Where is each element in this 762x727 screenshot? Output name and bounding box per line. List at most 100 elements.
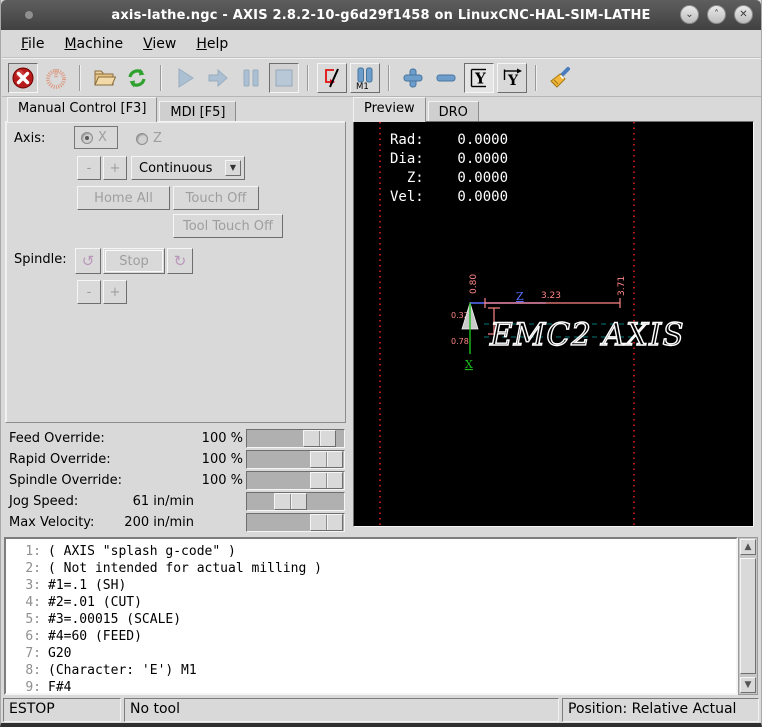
right-tabrow: Preview DRO [353, 98, 481, 122]
dim-371-label: 3.71 [617, 276, 627, 296]
jog-minus-button[interactable]: - [77, 156, 101, 180]
max-velocity-value: 200 in/min [113, 515, 246, 530]
feed-override-row: Feed Override: 100 % [1, 428, 349, 449]
scrollbar-thumb[interactable] [740, 558, 756, 674]
menu-help[interactable]: Help [187, 33, 237, 55]
spindle-cw-button[interactable]: ↻ [167, 248, 193, 274]
gcode-line: 5:#3=.00015 (SCALE) [6, 611, 736, 628]
stop-icon [272, 66, 296, 90]
spindle-stop-button[interactable]: Stop [103, 248, 165, 274]
step-icon [206, 66, 230, 90]
rapid-override-slider[interactable] [246, 450, 345, 469]
scroll-up-icon[interactable]: ▲ [740, 539, 756, 555]
slider-handle[interactable] [310, 451, 343, 468]
touch-off-button[interactable]: Touch Off [173, 186, 259, 210]
max-velocity-row: Max Velocity: 200 in/min [1, 512, 349, 533]
optional-stop-button[interactable]: M1 [350, 63, 380, 93]
open-file-button[interactable] [89, 63, 119, 93]
zoom-out-button[interactable] [431, 63, 461, 93]
spindle-override-label: Spindle Override: [1, 473, 113, 488]
clear-plot-button[interactable] [545, 63, 575, 93]
pause-icon [239, 66, 263, 90]
scroll-down-icon[interactable]: ▼ [740, 677, 756, 693]
spindle-override-slider[interactable] [246, 471, 345, 490]
optional-stop-icon: M1 [353, 66, 377, 90]
skip-lines-icon [320, 66, 344, 90]
jog-speed-value: 61 in/min [113, 494, 246, 509]
emc2-axis-logo: EMC2 AXIS [489, 317, 685, 353]
axis-x-radio[interactable]: X [74, 126, 118, 149]
run-icon [173, 66, 197, 90]
jog-speed-label: Jog Speed: [1, 494, 113, 509]
window-icon [25, 11, 33, 19]
dim-078-label: 0.78 [451, 337, 469, 346]
view-y-button[interactable]: Y [464, 63, 494, 93]
tab-preview[interactable]: Preview [353, 97, 426, 122]
jog-mode-value: Continuous [139, 161, 212, 176]
close-button[interactable]: ✕ [734, 5, 753, 24]
jog-plus-button[interactable]: + [103, 156, 127, 180]
gcode-listing[interactable]: 1:( AXIS "splash g-code" ) 2:( Not inten… [4, 537, 738, 695]
slider-handle[interactable] [303, 430, 336, 447]
tab-manual-control[interactable]: Manual Control [F3] [7, 97, 157, 122]
estop-icon [11, 66, 35, 90]
gcode-line: 1:( AXIS "splash g-code" ) [6, 543, 736, 560]
jog-speed-slider[interactable] [246, 492, 345, 511]
minimize-button[interactable]: ⌄ [680, 5, 699, 24]
max-velocity-label: Max Velocity: [1, 515, 113, 530]
max-velocity-slider[interactable] [246, 513, 345, 532]
spindle-minus-button[interactable]: - [77, 280, 101, 304]
titlebar[interactable]: axis-lathe.ngc - AXIS 2.8.2-10-g6d29f145… [1, 0, 761, 30]
axis-label: Axis: [14, 131, 45, 146]
tab-mdi[interactable]: MDI [F5] [159, 101, 236, 122]
spindle-ccw-icon: ↺ [82, 252, 95, 270]
open-folder-icon [92, 66, 116, 90]
spindle-plus-button[interactable]: + [103, 280, 127, 304]
reload-icon [125, 66, 149, 90]
gcode-line: 4:#2=.01 (CUT) [6, 594, 736, 611]
spindle-override-value: 100 % [113, 473, 246, 488]
skip-lines-button[interactable] [317, 63, 347, 93]
window-title: axis-lathe.ngc - AXIS 2.8.2-10-g6d29f145… [1, 8, 761, 23]
menu-view[interactable]: View [134, 33, 185, 55]
view-y-icon: Y [467, 66, 491, 90]
estop-button[interactable] [8, 63, 38, 93]
slider-handle[interactable] [274, 493, 307, 510]
feed-override-label: Feed Override: [1, 431, 113, 446]
clear-plot-broom-icon [548, 66, 572, 90]
reload-file-button[interactable] [122, 63, 152, 93]
maximize-button[interactable]: ˄ [707, 5, 726, 24]
x-axis-label: X [465, 358, 473, 371]
tool-touch-off-button[interactable]: Tool Touch Off [173, 214, 283, 238]
menu-file[interactable]: File [12, 33, 53, 55]
z-axis-label: Z [516, 290, 524, 303]
tab-dro[interactable]: DRO [428, 101, 479, 122]
rapid-override-row: Rapid Override: 100 % [1, 449, 349, 470]
step-button[interactable] [203, 63, 233, 93]
zoom-in-button[interactable] [398, 63, 428, 93]
spindle-ccw-button[interactable]: ↺ [75, 248, 101, 274]
chevron-down-icon: ▼ [225, 160, 241, 176]
status-position: Position: Relative Actual [562, 698, 759, 722]
slider-handle[interactable] [310, 472, 343, 489]
run-button[interactable] [170, 63, 200, 93]
preview-plot: Z 3.23 0.80 3.71 0.32 0.78 X EMC2 AXIS [354, 122, 754, 527]
gcode-line: 2:( Not intended for actual milling ) [6, 560, 736, 577]
feed-override-slider[interactable] [246, 429, 345, 448]
slider-handle[interactable] [310, 514, 343, 531]
gcode-line: 7:G20 [6, 645, 736, 662]
status-tool: No tool [124, 698, 559, 722]
spindle-label: Spindle: [14, 252, 67, 267]
stop-button[interactable] [269, 63, 299, 93]
menu-machine[interactable]: Machine [55, 33, 132, 55]
axis-main-window: axis-lathe.ngc - AXIS 2.8.2-10-g6d29f145… [0, 0, 762, 727]
preview-canvas[interactable]: Rad: 0.0000 Dia: 0.0000 Z: 0.0000 Vel: 0… [353, 121, 754, 527]
spindle-cw-icon: ↻ [174, 252, 187, 270]
home-all-button[interactable]: Home All [77, 186, 170, 210]
gcode-scrollbar[interactable]: ▲ ▼ [738, 537, 758, 695]
axis-z-radio[interactable]: Z [136, 131, 162, 146]
jog-mode-dropdown[interactable]: Continuous ▼ [131, 156, 245, 180]
pause-button[interactable] [236, 63, 266, 93]
view-y2-button[interactable]: Y [497, 63, 527, 93]
machine-power-button[interactable] [41, 63, 71, 93]
